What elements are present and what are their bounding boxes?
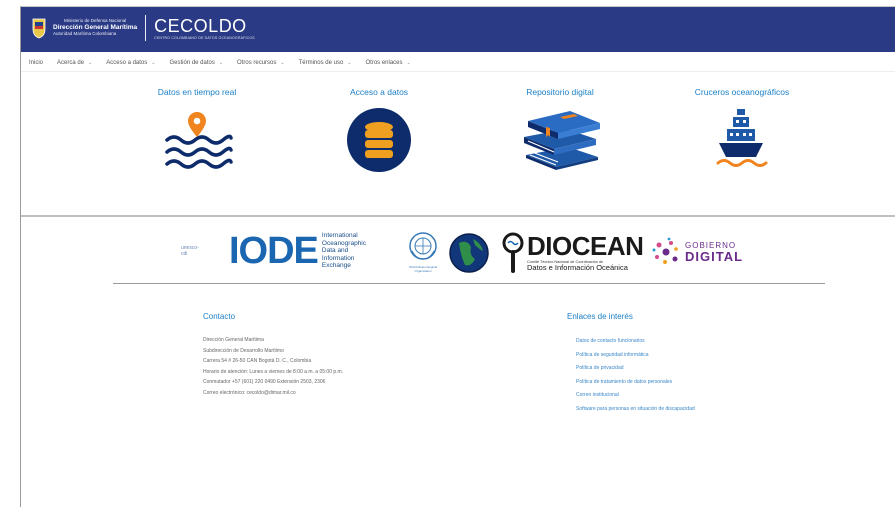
feature-realtime[interactable]: Datos en tiempo real: [127, 87, 267, 170]
nav-label: Inicio: [29, 59, 44, 66]
digital-line: DIGITAL: [685, 248, 744, 264]
nav-label: Otros recursos: [237, 59, 277, 66]
contact-line: Carrera 54 # 26-50 CAN Bogotá D. C., Col…: [203, 358, 312, 365]
links-section: Enlaces de interés Datos de contacto fun…: [567, 312, 695, 416]
feature-title[interactable]: Datos en tiempo real: [127, 87, 267, 97]
nav-label: Acerca de: [57, 59, 85, 66]
footer-divider: [113, 283, 825, 284]
globe-logo-icon[interactable]: [449, 233, 489, 273]
feature-title[interactable]: Cruceros oceanográficos: [672, 87, 812, 97]
iode-line: International: [321, 232, 358, 240]
nav-label: Términos de uso: [298, 59, 344, 66]
footer-link[interactable]: Software para personas en situación de d…: [576, 403, 695, 417]
contact-section: Contacto Dirección General Marítima Subd…: [203, 312, 343, 399]
wmo-emblem-icon: [409, 232, 437, 260]
nav-item-enlaces[interactable]: Otros enlaces ⌄: [357, 60, 416, 66]
magnifier-icon: [502, 232, 524, 273]
books-icon[interactable]: [518, 107, 602, 171]
gobierno-digital-icon: [652, 237, 678, 264]
dimar-subtitle: Autoridad Marítima Colombiana: [53, 31, 117, 37]
ministry-label: Ministerio de Defensa Nacional: [63, 18, 127, 24]
iode-wordmark: IODE: [229, 230, 319, 272]
gobierno-digital-text: GOBIERNO DIGITAL: [685, 241, 744, 264]
wmo-logo[interactable]: World Meteorological Organization: [406, 231, 440, 273]
cecoldo-subtitle: CENTRO COLOMBIANO DE DATOS OCEANOGRÁFICO…: [154, 35, 255, 40]
coat-of-arms-icon: [32, 18, 46, 39]
diocean-wordmark: DIOCEAN: [527, 230, 644, 261]
feature-data-access[interactable]: Acceso a datos: [309, 87, 449, 173]
iode-line: Exchange: [321, 262, 351, 270]
database-icon[interactable]: [346, 107, 412, 173]
nav-label: Gestión de datos: [169, 59, 215, 66]
wmo-line: Organization: [414, 268, 432, 273]
contact-line: Horario de atención: Lunes a viernes de …: [203, 368, 344, 375]
links-heading: Enlaces de interés: [567, 312, 633, 321]
iode-description: International Oceanographic Data and Inf…: [322, 232, 366, 270]
chevron-down-icon: ⌄: [280, 59, 285, 66]
browser-viewport: Ministerio de Defensa Nacional Dirección…: [20, 6, 895, 507]
realtime-waves-icon[interactable]: [161, 110, 233, 170]
footer-link[interactable]: Datos de contacto funcionarios: [576, 335, 695, 349]
feature-repository[interactable]: Repositorio digital: [490, 87, 630, 171]
diocean-text: DIOCEAN Comité Técnico Nacional de Coord…: [527, 230, 644, 272]
footer-link[interactable]: Correo institucional: [576, 389, 695, 403]
logo-separator: [145, 15, 147, 41]
main-nav: Inicio Acerca de ⌄ Acceso a datos ⌄ Gestió…: [21, 54, 895, 72]
chevron-down-icon: ⌄: [88, 59, 93, 66]
nav-item-gestion[interactable]: Gestión de datos ⌄: [161, 60, 229, 66]
chevron-down-icon: ⌄: [218, 59, 224, 66]
gobierno-digital-logo[interactable]: GOBIERNO DIGITAL: [651, 237, 743, 267]
nav-item-recursos[interactable]: Otros recursos ⌄: [229, 60, 291, 66]
contact-heading: Contacto: [203, 312, 236, 321]
nav-item-terminos[interactable]: Términos de uso ⌄: [291, 60, 358, 66]
feature-title[interactable]: Repositorio digital: [490, 87, 630, 97]
contact-line: Conmutador +57 (601) 220 0490 Extensión …: [203, 379, 326, 386]
site-header: Ministerio de Defensa Nacional Dirección…: [21, 7, 895, 52]
footer-link[interactable]: Política de seguridad informática: [576, 349, 695, 363]
iode-line: Data and Information: [321, 247, 355, 262]
footer-link[interactable]: Política de privacidad: [576, 362, 695, 376]
footer-link[interactable]: Política de tratamiento de datos persona…: [576, 376, 695, 390]
contact-email[interactable]: Correo electrónico: cecoldo@dimar.mil.co: [203, 388, 343, 399]
nav-label: Acceso a datos: [106, 59, 148, 66]
chevron-down-icon: ⌄: [347, 59, 352, 66]
nav-item-acerca[interactable]: Acerca de ⌄: [49, 60, 98, 66]
nav-label: Otros enlaces: [365, 59, 403, 66]
nav-item-inicio[interactable]: Inicio: [21, 60, 49, 66]
nav-item-acceso[interactable]: Acceso a datos ⌄: [98, 60, 161, 66]
header-logos[interactable]: Ministerio de Defensa Nacional Dirección…: [31, 15, 255, 41]
section-divider: [21, 215, 895, 217]
feature-title[interactable]: Acceso a datos: [309, 87, 449, 97]
diocean-subtitle-main: Datos e Información Oceánica: [527, 262, 628, 272]
ship-icon[interactable]: [716, 107, 768, 171]
cecoldo-name: CECOLDO: [154, 15, 247, 36]
contact-line: Dirección General Marítima: [203, 337, 264, 343]
unesco-broken-image[interactable]: unesco-cdi: [181, 245, 199, 257]
iode-line: Oceanographic: [321, 239, 366, 247]
cecoldo-logo[interactable]: CECOLDO CENTRO COLOMBIANO DE DATOS OCEAN…: [154, 17, 255, 40]
diocean-logo[interactable]: DIOCEAN Comité Técnico Nacional de Coord…: [501, 230, 644, 273]
chevron-down-icon: ⌄: [406, 59, 411, 66]
dimar-logo-text: Ministerio de Defensa Nacional Dirección…: [53, 19, 137, 37]
iode-logo[interactable]: IODE International Oceanographic Data an…: [229, 231, 366, 271]
feature-cruises[interactable]: Cruceros oceanográficos: [672, 87, 812, 171]
chevron-down-icon: ⌄: [151, 59, 156, 66]
contact-line: Subdirección de Desarrollo Marítimo: [203, 347, 284, 354]
